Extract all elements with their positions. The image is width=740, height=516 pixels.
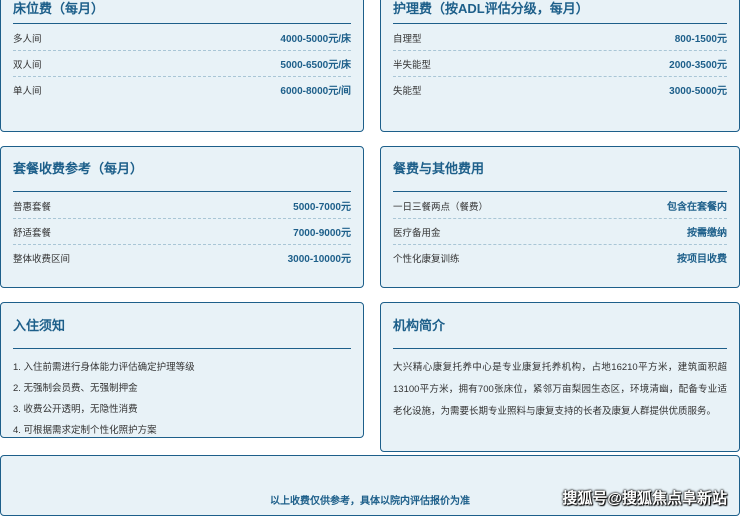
fee-row: 半失能型 2000-3500元 — [393, 51, 727, 77]
fee-label: 多人间 — [13, 33, 42, 45]
fee-row: 自理型 800-1500元 — [393, 25, 727, 51]
fee-label: 半失能型 — [393, 59, 432, 71]
notice-title: 入住须知 — [13, 303, 351, 349]
notice-item: 1. 入住前需进行身体能力评估确定护理等级 — [13, 362, 195, 373]
fee-value: 3000-10000元 — [287, 254, 351, 265]
fee-label: 普惠套餐 — [13, 201, 52, 213]
fee-label: 医疗备用金 — [393, 227, 441, 239]
notice-card: 入住须知 1. 入住前需进行身体能力评估确定护理等级 2. 无强制会员费、无强制… — [0, 302, 364, 438]
fee-value: 6000-8000元/间 — [280, 86, 351, 97]
fee-value: 2000-3500元 — [669, 60, 727, 71]
fee-label: 单人间 — [13, 85, 42, 97]
fee-value: 5000-6500元/床 — [280, 60, 351, 71]
fee-value: 包含在套餐内 — [667, 202, 727, 213]
footer-banner: 以上收费仅供参考，具体以院内评估报价为准 搜狐号@搜狐焦点阜新站 — [0, 455, 740, 516]
fee-row: 失能型 3000-5000元 — [393, 77, 727, 102]
fee-label: 舒适套餐 — [13, 227, 52, 239]
fee-label: 一日三餐两点（餐费） — [393, 201, 489, 213]
fee-row: 普惠套餐 5000-7000元 — [13, 193, 351, 219]
fee-value: 4000-5000元/床 — [280, 34, 351, 45]
fee-row: 双人间 5000-6500元/床 — [13, 51, 351, 77]
fee-label: 失能型 — [393, 85, 422, 97]
fee-value: 按需缴纳 — [687, 228, 727, 239]
fee-label: 双人间 — [13, 59, 42, 71]
watermark: 搜狐号@搜狐焦点阜新站 — [562, 490, 727, 507]
fee-row: 舒适套餐 7000-9000元 — [13, 219, 351, 245]
fee-value: 5000-7000元 — [293, 202, 351, 213]
fee-value: 按项目收费 — [677, 254, 727, 265]
notice-item: 4. 可根据需求定制个性化照护方案 — [13, 425, 157, 436]
intro-title: 机构简介 — [393, 303, 727, 349]
bed-fee-title: 床位费（每月） — [13, 0, 351, 24]
fee-row: 个性化康复训练 按项目收费 — [393, 245, 727, 270]
package-fee-title: 套餐收费参考（每月） — [13, 147, 351, 192]
fee-value: 3000-5000元 — [669, 86, 727, 97]
fee-row: 医疗备用金 按需缴纳 — [393, 219, 727, 245]
care-fee-card: 护理费（按ADL评估分级，每月） 自理型 800-1500元 半失能型 2000-3… — [380, 0, 740, 132]
bed-fee-card: 床位费（每月） 多人间 4000-5000元/床 双人间 5000-6500元/床 … — [0, 0, 364, 132]
fee-label: 整体收费区间 — [13, 253, 71, 265]
fee-value: 7000-9000元 — [293, 228, 351, 239]
intro-card: 机构简介 大兴精心康复托养中心是专业康复托养机构，占地16210平方米，建筑面积… — [380, 302, 740, 452]
intro-text: 大兴精心康复托养中心是专业康复托养机构，占地16210平方米，建筑面积超1310… — [393, 362, 727, 417]
fee-row: 一日三餐两点（餐费） 包含在套餐内 — [393, 193, 727, 219]
notice-item: 3. 收费公开透明，无隐性消费 — [13, 404, 138, 415]
fee-row: 多人间 4000-5000元/床 — [13, 25, 351, 51]
meal-fee-title: 餐费与其他费用 — [393, 147, 727, 192]
fee-label: 自理型 — [393, 33, 422, 45]
fee-value: 800-1500元 — [674, 34, 727, 45]
care-fee-title: 护理费（按ADL评估分级，每月） — [393, 0, 727, 24]
fee-row: 单人间 6000-8000元/间 — [13, 77, 351, 102]
fee-row: 整体收费区间 3000-10000元 — [13, 245, 351, 270]
fee-label: 个性化康复训练 — [393, 253, 460, 265]
package-fee-card: 套餐收费参考（每月） 普惠套餐 5000-7000元 舒适套餐 7000-9000元… — [0, 146, 364, 288]
notice-item: 2. 无强制会员费、无强制押金 — [13, 383, 138, 394]
meal-fee-card: 餐费与其他费用 一日三餐两点（餐费） 包含在套餐内 医疗备用金 按需缴纳 个性化康复… — [380, 146, 740, 288]
